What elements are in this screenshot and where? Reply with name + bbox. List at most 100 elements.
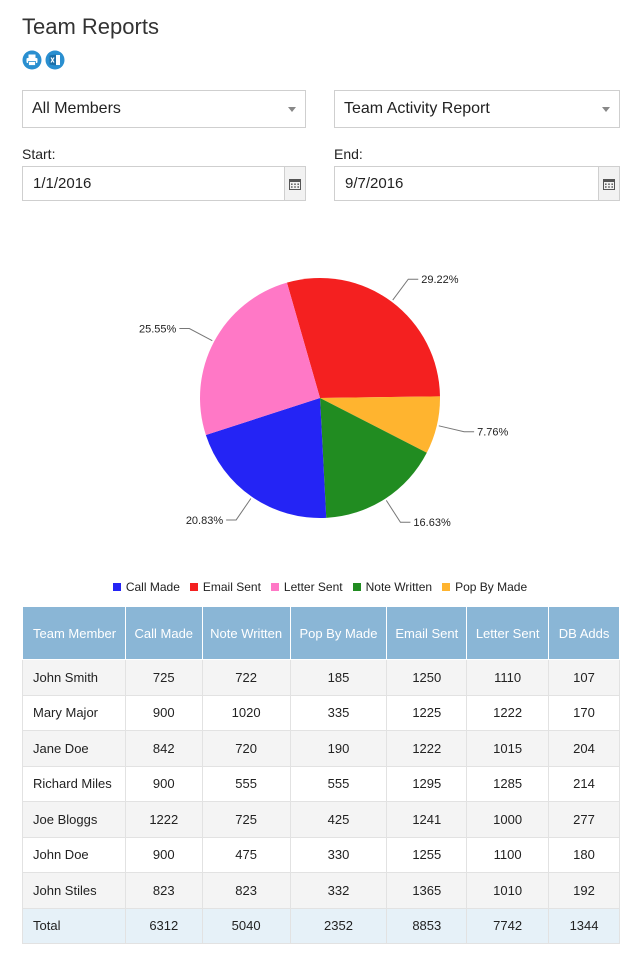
table-cell: 277 [548, 801, 620, 838]
chevron-down-icon [288, 107, 296, 112]
legend-label: Call Made [125, 580, 180, 594]
table-row: John Stiles 823 823 332 1365 1010 192 [22, 872, 620, 909]
table-cell: 170 [548, 694, 620, 731]
total-cell: 7742 [466, 907, 550, 944]
table-cell: 1222 [466, 694, 550, 731]
table-cell: 180 [548, 836, 620, 873]
column-header[interactable]: Letter Sent [466, 606, 550, 660]
table-row: Mary Major 900 1020 335 1225 1222 170 [22, 694, 620, 731]
table-cell: 900 [124, 765, 203, 802]
table-cell: 823 [201, 872, 291, 909]
pie-leader-line [179, 327, 213, 342]
table-cell: John Stiles [22, 872, 126, 909]
table-cell: Richard Miles [22, 765, 126, 802]
table-cell: 1020 [201, 694, 291, 731]
start-label: Start: [22, 146, 56, 162]
column-header[interactable]: Email Sent [386, 606, 468, 660]
table-cell: Jane Doe [22, 730, 126, 767]
column-header[interactable]: DB Adds [548, 606, 620, 660]
legend-label: Pop By Made [455, 580, 528, 594]
table-cell: 725 [201, 801, 291, 838]
excel-icon[interactable] [45, 50, 65, 70]
end-date-field[interactable]: 9/7/2016 [334, 166, 620, 201]
table-cell: 555 [201, 765, 291, 802]
export-toolbar [22, 50, 65, 70]
table-cell: Joe Bloggs [22, 801, 126, 838]
table-cell: 335 [289, 694, 388, 731]
pie-leader-line [392, 278, 419, 301]
table-cell: John Doe [22, 836, 126, 873]
chevron-down-icon [602, 107, 610, 112]
total-cell: 1344 [548, 907, 620, 944]
pie-value-label: 7.76% [477, 427, 508, 439]
start-date-value: 1/1/2016 [33, 175, 92, 192]
total-cell: 5040 [201, 907, 291, 944]
team-activity-table: Team Member Call Made Note Written Pop By M… [22, 606, 620, 944]
total-cell: Total [22, 907, 126, 944]
table-cell: 725 [124, 659, 203, 696]
legend-label: Letter Sent [283, 580, 343, 594]
pie-value-label: 16.63% [413, 517, 451, 529]
table-cell: 1241 [386, 801, 468, 838]
table-cell: 330 [289, 836, 388, 873]
table-cell: 1110 [466, 659, 550, 696]
table-cell: 1100 [466, 836, 550, 873]
table-cell: 1015 [466, 730, 550, 767]
table-cell: 1285 [466, 765, 550, 802]
page-title: Team Reports [22, 14, 159, 39]
chart-legend: Call Made Email Sent Letter Sent Note Writt… [0, 580, 640, 594]
table-cell: 1010 [466, 872, 550, 909]
table-cell: 1365 [386, 872, 468, 909]
table-row: Richard Miles 900 555 555 1295 1285 214 [22, 765, 620, 802]
legend-item: Letter Sent [270, 580, 343, 594]
legend-label: Note Written [365, 580, 433, 594]
table-cell: 214 [548, 765, 620, 802]
table-cell: 1225 [386, 694, 468, 731]
table-cell: 823 [124, 872, 203, 909]
total-cell: 8853 [386, 907, 468, 944]
column-header[interactable]: Team Member [22, 606, 126, 660]
pie-leader-line [438, 425, 475, 433]
table-cell: 1295 [386, 765, 468, 802]
table-cell: 1222 [124, 801, 203, 838]
table-total-row: Total 6312 5040 2352 8853 7742 1344 [22, 907, 620, 944]
report-select-value: Team Activity Report [344, 100, 490, 117]
calendar-icon[interactable] [284, 167, 305, 200]
table-cell: 332 [289, 872, 388, 909]
end-label: End: [334, 146, 363, 162]
pie-value-label: 20.83% [186, 515, 224, 527]
total-cell: 2352 [289, 907, 388, 944]
members-select[interactable]: All Members [22, 90, 306, 128]
activity-pie-chart: 29.22% 7.76% 16.63% 20.83% 25.55% [139, 274, 508, 529]
table-header-row: Team Member Call Made Note Written Pop By M… [22, 606, 620, 660]
calendar-icon[interactable] [598, 167, 619, 200]
total-cell: 6312 [124, 907, 203, 944]
table-cell: Mary Major [22, 694, 126, 731]
legend-swatch [189, 583, 198, 591]
table-cell: 190 [289, 730, 388, 767]
table-cell: 204 [548, 730, 620, 767]
table-cell: 425 [289, 801, 388, 838]
table-cell: John Smith [22, 659, 126, 696]
table-row: Joe Bloggs 1222 725 425 1241 1000 277 [22, 801, 620, 838]
table-cell: 900 [124, 836, 203, 873]
legend-item: Note Written [352, 580, 433, 594]
column-header[interactable]: Pop By Made [289, 606, 388, 660]
table-cell: 475 [201, 836, 291, 873]
legend-label: Email Sent [202, 580, 261, 594]
table-cell: 1222 [386, 730, 468, 767]
members-select-value: All Members [32, 100, 121, 117]
legend-swatch [270, 583, 279, 591]
table-cell: 722 [201, 659, 291, 696]
table-cell: 720 [201, 730, 291, 767]
table-cell: 192 [548, 872, 620, 909]
legend-item: Call Made [112, 580, 180, 594]
pie-value-label: 29.22% [421, 274, 459, 286]
start-date-field[interactable]: 1/1/2016 [22, 166, 306, 201]
column-header[interactable]: Call Made [124, 606, 203, 660]
column-header[interactable]: Note Written [201, 606, 291, 660]
table-cell: 1255 [386, 836, 468, 873]
print-icon[interactable] [22, 50, 42, 70]
report-select[interactable]: Team Activity Report [334, 90, 620, 128]
table-cell: 185 [289, 659, 388, 696]
